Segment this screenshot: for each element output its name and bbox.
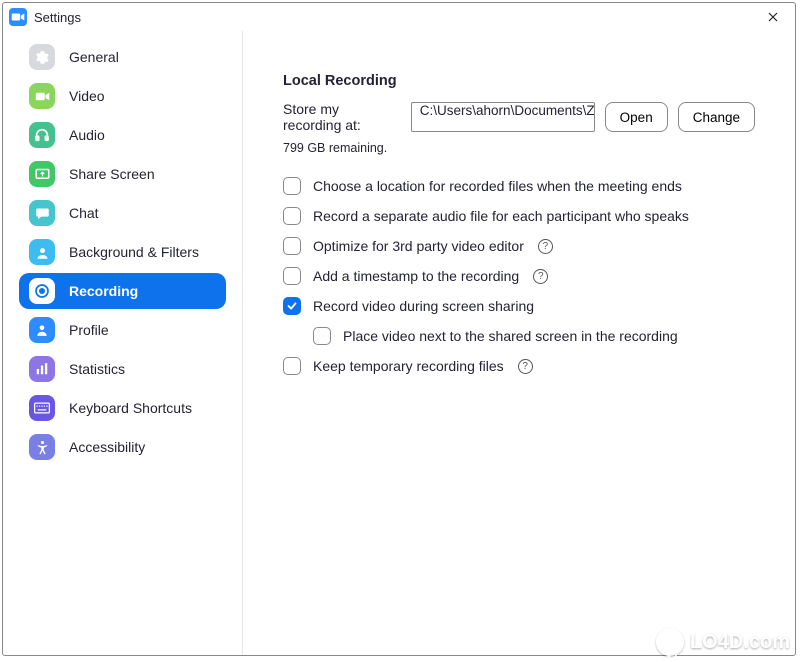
checkbox[interactable] bbox=[283, 177, 301, 195]
option-optimize-3rd-party[interactable]: Optimize for 3rd party video editor ? bbox=[283, 237, 755, 255]
sidebar-item-label: Recording bbox=[69, 283, 138, 299]
content-pane: Local Recording Store my recording at: C… bbox=[243, 31, 795, 655]
checkbox[interactable] bbox=[283, 237, 301, 255]
background-filters-icon bbox=[29, 239, 55, 265]
checkbox[interactable] bbox=[283, 357, 301, 375]
option-separate-audio[interactable]: Record a separate audio file for each pa… bbox=[283, 207, 755, 225]
change-button[interactable]: Change bbox=[678, 102, 755, 132]
watermark: LO4D.com bbox=[656, 628, 790, 656]
sidebar-item-background-filters[interactable]: Background & Filters bbox=[19, 234, 226, 270]
recording-icon bbox=[29, 278, 55, 304]
sidebar-item-video[interactable]: Video bbox=[19, 78, 226, 114]
store-location-label: Store my recording at: bbox=[283, 101, 401, 133]
settings-window: Settings General Video bbox=[2, 2, 796, 656]
sidebar-item-label: General bbox=[69, 49, 119, 65]
help-icon[interactable]: ? bbox=[518, 359, 533, 374]
checkbox[interactable] bbox=[283, 207, 301, 225]
sidebar-item-label: Keyboard Shortcuts bbox=[69, 400, 192, 416]
keyboard-icon bbox=[29, 395, 55, 421]
video-icon bbox=[29, 83, 55, 109]
sidebar-item-label: Statistics bbox=[69, 361, 125, 377]
sidebar-item-label: Accessibility bbox=[69, 439, 145, 455]
sidebar-item-profile[interactable]: Profile bbox=[19, 312, 226, 348]
gear-icon bbox=[29, 44, 55, 70]
watermark-text: LO4D.com bbox=[690, 631, 790, 654]
option-label: Record video during screen sharing bbox=[313, 298, 534, 314]
accessibility-icon bbox=[29, 434, 55, 460]
checkbox[interactable] bbox=[283, 267, 301, 285]
sidebar-item-accessibility[interactable]: Accessibility bbox=[19, 429, 226, 465]
option-label: Record a separate audio file for each pa… bbox=[313, 208, 689, 224]
option-record-during-sharing[interactable]: Record video during screen sharing bbox=[283, 297, 755, 315]
profile-icon bbox=[29, 317, 55, 343]
option-label: Place video next to the shared screen in… bbox=[343, 328, 678, 344]
help-icon[interactable]: ? bbox=[533, 269, 548, 284]
sidebar-item-label: Audio bbox=[69, 127, 105, 143]
chat-icon bbox=[29, 200, 55, 226]
sidebar-item-keyboard-shortcuts[interactable]: Keyboard Shortcuts bbox=[19, 390, 226, 426]
help-icon[interactable]: ? bbox=[538, 239, 553, 254]
remaining-space-label: 799 GB remaining. bbox=[283, 141, 755, 155]
sidebar-item-statistics[interactable]: Statistics bbox=[19, 351, 226, 387]
close-button[interactable] bbox=[755, 4, 791, 30]
titlebar: Settings bbox=[3, 3, 795, 31]
store-location-row: Store my recording at: C:\Users\ahorn\Do… bbox=[283, 101, 755, 133]
option-label: Keep temporary recording files bbox=[313, 358, 504, 374]
option-label: Choose a location for recorded files whe… bbox=[313, 178, 682, 194]
sidebar-item-audio[interactable]: Audio bbox=[19, 117, 226, 153]
sidebar-item-label: Profile bbox=[69, 322, 109, 338]
sidebar-item-label: Background & Filters bbox=[69, 244, 199, 260]
sidebar-item-chat[interactable]: Chat bbox=[19, 195, 226, 231]
statistics-icon bbox=[29, 356, 55, 382]
option-choose-location[interactable]: Choose a location for recorded files whe… bbox=[283, 177, 755, 195]
sidebar-item-label: Chat bbox=[69, 205, 99, 221]
headphones-icon bbox=[29, 122, 55, 148]
sidebar-item-label: Share Screen bbox=[69, 166, 155, 182]
option-keep-temp-files[interactable]: Keep temporary recording files ? bbox=[283, 357, 755, 375]
open-button[interactable]: Open bbox=[605, 102, 668, 132]
option-label: Optimize for 3rd party video editor bbox=[313, 238, 524, 254]
option-add-timestamp[interactable]: Add a timestamp to the recording ? bbox=[283, 267, 755, 285]
sidebar-item-recording[interactable]: Recording bbox=[19, 273, 226, 309]
sidebar-item-label: Video bbox=[69, 88, 105, 104]
share-screen-icon bbox=[29, 161, 55, 187]
globe-icon bbox=[656, 628, 684, 656]
section-title: Local Recording bbox=[283, 73, 755, 89]
sidebar-item-general[interactable]: General bbox=[19, 39, 226, 75]
option-label: Add a timestamp to the recording bbox=[313, 268, 519, 284]
checkbox[interactable] bbox=[283, 297, 301, 315]
sidebar: General Video Audio Share Screen bbox=[3, 31, 243, 655]
sidebar-item-share-screen[interactable]: Share Screen bbox=[19, 156, 226, 192]
checkbox[interactable] bbox=[313, 327, 331, 345]
app-icon bbox=[9, 8, 27, 26]
option-place-video-next[interactable]: Place video next to the shared screen in… bbox=[313, 327, 755, 345]
window-title: Settings bbox=[34, 10, 755, 25]
recording-path-input[interactable]: C:\Users\ahorn\Documents\Zoom bbox=[411, 102, 595, 132]
